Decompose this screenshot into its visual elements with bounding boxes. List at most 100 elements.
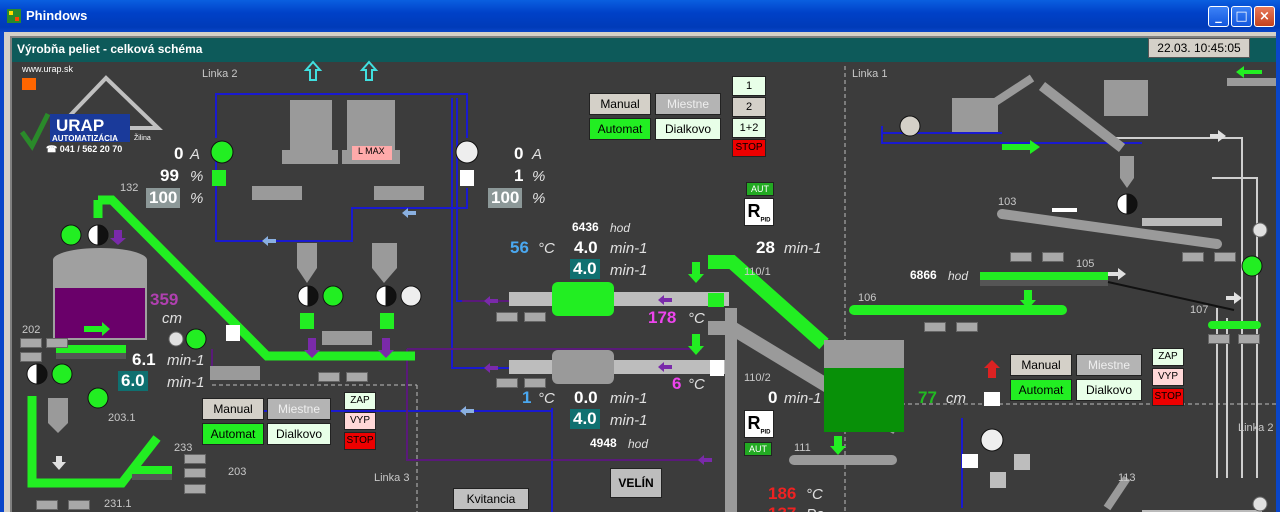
- mini-button[interactable]: [524, 312, 546, 322]
- aut-indicator-2[interactable]: AUT: [744, 442, 772, 456]
- ctrl-right-manual-button[interactable]: Manual: [1010, 354, 1072, 376]
- mini-button[interactable]: [318, 372, 340, 382]
- mini-button[interactable]: [1238, 334, 1260, 344]
- mini-button[interactable]: [1042, 252, 1064, 262]
- ctrl-right-stop-button[interactable]: STOP: [1152, 388, 1184, 406]
- press2-temp-unit: °C: [538, 390, 555, 407]
- mini-button[interactable]: [956, 322, 978, 332]
- maximize-button[interactable]: □: [1231, 6, 1252, 27]
- ctrl-top-line2-button[interactable]: 2: [732, 97, 766, 117]
- press2-speed-setpoint[interactable]: 4.0: [570, 409, 600, 429]
- kvitancia-button[interactable]: Kvitancia: [453, 488, 529, 510]
- label-105: 105: [1076, 258, 1095, 270]
- press2-speed-unit: min-1: [610, 390, 648, 407]
- velin-button[interactable]: VELÍN: [610, 468, 662, 498]
- fan-left-percent-unit: %: [190, 168, 204, 185]
- ctrl-right-zap-button[interactable]: ZAP: [1152, 348, 1184, 366]
- title-bar[interactable]: Phindows _ □ ×: [0, 0, 1280, 32]
- mini-button[interactable]: [1214, 252, 1236, 262]
- ctrl-top-dialkovo-button[interactable]: Dialkovo: [655, 118, 721, 140]
- press2-temp: 1: [522, 388, 532, 407]
- cooler-level-unit: cm: [946, 390, 966, 407]
- fan-right-setpoint-unit: %: [532, 190, 546, 207]
- mini-button[interactable]: [184, 454, 206, 464]
- rpid-controller-2[interactable]: RPID: [744, 410, 774, 438]
- minimize-button[interactable]: _: [1208, 6, 1229, 27]
- press1-speed-setpoint[interactable]: 4.0: [570, 259, 600, 279]
- logo-url: www.urap.sk: [22, 64, 74, 74]
- logo-phone-number: 041 / 562 20 70: [59, 144, 123, 154]
- mini-button[interactable]: [20, 338, 42, 348]
- ctrl-top-automat-button[interactable]: Automat: [589, 118, 651, 140]
- logo-city: Žilina: [134, 135, 151, 142]
- ctrl-left-miestne-button[interactable]: Miestne: [267, 398, 331, 420]
- label-231-1: 231.1: [104, 498, 132, 510]
- press2-rpid-unit: min-1: [784, 390, 822, 407]
- app-window: Phindows _ □ × Výrobňa peliet - celková …: [0, 0, 1280, 512]
- mini-button[interactable]: [524, 378, 546, 388]
- ctrl-right-automat-button[interactable]: Automat: [1010, 379, 1072, 401]
- silo-speed-setpoint[interactable]: 6.0: [118, 371, 148, 391]
- mini-button[interactable]: [1182, 252, 1204, 262]
- press1-speed: 4.0: [574, 238, 598, 257]
- label-linka-1: Linka 1: [852, 68, 888, 80]
- fan-left-setpoint[interactable]: 100: [146, 188, 181, 208]
- ctrl-top-manual-button[interactable]: Manual: [589, 93, 651, 115]
- ctrl-left-zap-button[interactable]: ZAP: [344, 392, 376, 410]
- ctrl-left-dialkovo-button[interactable]: Dialkovo: [267, 423, 331, 445]
- silo-level-unit: cm: [162, 310, 182, 327]
- ctrl-top-line12-button[interactable]: 1+2: [732, 118, 766, 138]
- ctrl-right-dialkovo-button[interactable]: Dialkovo: [1076, 379, 1142, 401]
- press2-speed: 0.0: [574, 388, 598, 407]
- fan-left-current-unit: A: [190, 146, 201, 163]
- close-button[interactable]: ×: [1254, 6, 1275, 27]
- mini-button[interactable]: [68, 500, 90, 510]
- ctrl-left-automat-button[interactable]: Automat: [202, 423, 264, 445]
- ctrl-right-vyp-button[interactable]: VYP: [1152, 368, 1184, 386]
- cooler-level: 77: [918, 388, 937, 407]
- label-103: 103: [998, 196, 1017, 208]
- press2-rpid-speed: 0: [768, 388, 778, 407]
- mini-button[interactable]: [1010, 252, 1032, 262]
- ctrl-top-miestne-button[interactable]: Miestne: [655, 93, 721, 115]
- press2-hours-unit: hod: [628, 437, 649, 451]
- ctrl-left-stop-button[interactable]: STOP: [344, 432, 376, 450]
- line1-hours-unit: hod: [948, 269, 969, 283]
- mini-button[interactable]: [184, 484, 206, 494]
- ctrl-top-stop-button[interactable]: STOP: [732, 139, 766, 157]
- bottom-temp-unit: °C: [806, 486, 823, 503]
- mini-button[interactable]: [36, 500, 58, 510]
- rpid-controller-1[interactable]: RPID: [744, 198, 774, 226]
- mini-button[interactable]: [20, 352, 42, 362]
- window-frame-right: [1276, 32, 1280, 512]
- press1-speed-set-unit: min-1: [610, 262, 648, 279]
- label-113: 113: [1118, 472, 1136, 484]
- ctrl-right-miestne-button[interactable]: Miestne: [1076, 354, 1142, 376]
- fan-right-setpoint[interactable]: 100: [488, 188, 523, 208]
- fan-left-setpoint-unit: %: [190, 190, 204, 207]
- label-202: 202: [22, 324, 41, 336]
- aut-indicator-1[interactable]: AUT: [746, 182, 774, 196]
- rpid-r-1: R: [747, 201, 761, 221]
- mini-button[interactable]: [346, 372, 368, 382]
- mini-button[interactable]: [184, 468, 206, 478]
- logo-phone: ☎ 041 / 562 20 70: [46, 144, 123, 154]
- ctrl-top-line1-button[interactable]: 1: [732, 76, 766, 96]
- mini-button[interactable]: [496, 378, 518, 388]
- press2-press-temp: 6: [672, 374, 682, 393]
- fan-left-percent: 99: [160, 166, 179, 185]
- mini-button[interactable]: [1208, 334, 1230, 344]
- ctrl-left-vyp-button[interactable]: VYP: [344, 412, 376, 430]
- scada-canvas: Výrobňa peliet - celková schéma 22.03. 1…: [10, 36, 1276, 512]
- fan-right-percent: 1: [514, 166, 524, 185]
- mini-button[interactable]: [46, 338, 68, 348]
- mini-button[interactable]: [496, 312, 518, 322]
- label-linka-2: Linka 2: [202, 68, 238, 80]
- logo-sub: AUTOMATIZÁCIA: [52, 134, 118, 143]
- label-linka-3: Linka 3: [374, 472, 410, 484]
- mini-button[interactable]: [924, 322, 946, 332]
- label-203: 203: [228, 466, 247, 478]
- bottom-pressure: 137: [768, 504, 796, 512]
- window-title: Phindows: [26, 8, 88, 23]
- ctrl-left-manual-button[interactable]: Manual: [202, 398, 264, 420]
